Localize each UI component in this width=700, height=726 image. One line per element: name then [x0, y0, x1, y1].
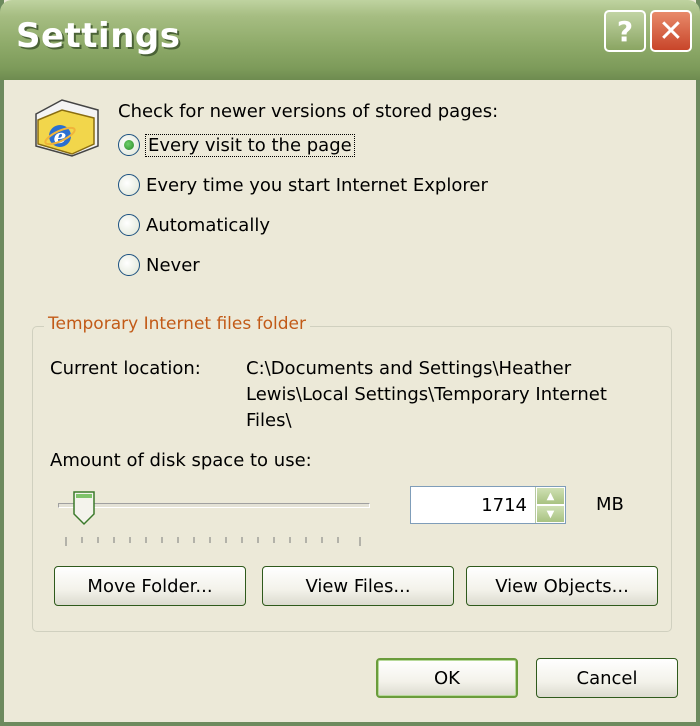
svg-text:e: e	[54, 124, 67, 148]
disk-space-label: Amount of disk space to use:	[50, 450, 312, 471]
spin-down-icon[interactable]: ▼	[536, 505, 565, 523]
radio-label: Every time you start Internet Explorer	[146, 174, 488, 196]
spin-up-icon[interactable]: ▲	[536, 487, 565, 505]
location-path-line2: Lewis\Local Settings\Temporary Internet	[246, 384, 607, 405]
radio-label: Never	[146, 254, 200, 276]
spin-arrows: ▲ ▼	[535, 487, 565, 523]
ok-button[interactable]: OK	[376, 658, 518, 698]
group-title: Temporary Internet files folder	[44, 314, 310, 334]
disk-space-spinbox[interactable]: 1714 ▲ ▼	[410, 486, 566, 524]
radio-every-visit[interactable]: Every visit to the page	[118, 133, 355, 157]
radio-button[interactable]	[118, 214, 140, 236]
disk-space-slider-track[interactable]	[58, 503, 370, 508]
close-button[interactable]: ✕	[650, 10, 692, 52]
location-path-line3: Files\	[246, 410, 292, 431]
help-icon: ?	[616, 14, 634, 48]
title-bar[interactable]: Settings ? ✕	[0, 0, 700, 80]
radio-label: Automatically	[146, 214, 270, 236]
slider-thumb-icon[interactable]	[72, 490, 96, 526]
disk-space-value[interactable]: 1714	[411, 495, 535, 516]
radio-button[interactable]	[118, 254, 140, 276]
current-location-label: Current location:	[50, 358, 201, 379]
cancel-button[interactable]: Cancel	[536, 658, 678, 698]
check-prompt: Check for newer versions of stored pages…	[118, 101, 499, 122]
location-path-line1: C:\Documents and Settings\Heather	[246, 358, 572, 379]
close-icon: ✕	[658, 13, 684, 49]
radio-button[interactable]	[118, 134, 140, 156]
radio-selected-dot	[124, 140, 134, 150]
radio-label: Every visit to the page	[145, 133, 355, 157]
radio-never[interactable]: Never	[118, 254, 200, 276]
help-button[interactable]: ?	[604, 10, 646, 52]
view-files-button[interactable]: View Files...	[262, 566, 454, 606]
radio-button[interactable]	[118, 174, 140, 196]
disk-unit-label: MB	[596, 494, 624, 515]
radio-every-start[interactable]: Every time you start Internet Explorer	[118, 174, 488, 196]
view-objects-button[interactable]: View Objects...	[466, 566, 658, 606]
ie-folder-icon: e	[35, 99, 99, 157]
move-folder-button[interactable]: Move Folder...	[54, 566, 246, 606]
window-title: Settings	[16, 16, 181, 56]
radio-automatically[interactable]: Automatically	[118, 214, 270, 236]
slider-ticks	[65, 537, 361, 546]
